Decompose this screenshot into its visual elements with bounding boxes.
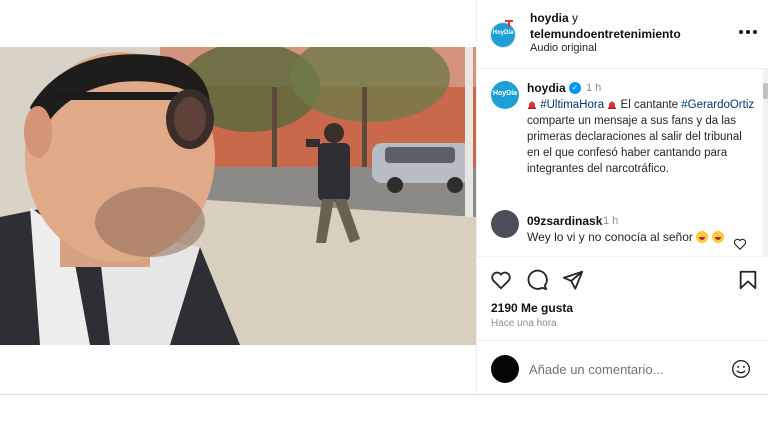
authors-connector: y — [572, 11, 579, 25]
emoji-icon[interactable] — [731, 359, 751, 379]
instagram-post-page: HoyDía hoydia y telemundoentretenimiento… — [0, 0, 768, 425]
comment-icon[interactable] — [526, 269, 548, 291]
telemundo-logo-icon — [505, 20, 513, 27]
comment-input[interactable] — [529, 358, 719, 380]
caption-timestamp: 1 h — [586, 82, 602, 94]
comments-section[interactable]: HoyDía hoydia ✓ 1 h #UltimaHora El canta… — [477, 69, 768, 256]
author-link-telemundo[interactable]: telemundoentretenimiento — [530, 27, 681, 41]
comment-text: Wey lo vi y no conocía al señor — [527, 229, 727, 245]
post-authors: hoydia y telemundoentretenimiento — [530, 10, 720, 42]
scrollbar-thumb[interactable] — [763, 83, 768, 99]
verified-badge-icon: ✓ — [569, 82, 581, 94]
caption-text: #UltimaHora El cantante #GerardoOrtiz co… — [527, 97, 755, 177]
post-actions: 2190 Me gusta Hace una hora — [477, 256, 768, 341]
author-link-hoydia[interactable]: hoydia — [530, 11, 569, 25]
like-count[interactable]: 2190 Me gusta — [491, 301, 573, 315]
comment-avatar[interactable] — [491, 210, 519, 238]
hashtag-ultimahora[interactable]: #UltimaHora — [540, 99, 604, 111]
post-time: Hace una hora — [491, 318, 557, 329]
more-options-button[interactable] — [739, 26, 759, 38]
hashtag-gerardoortiz[interactable]: #GerardoOrtiz — [681, 99, 754, 111]
laughing-emoji-icon — [696, 231, 709, 243]
heart-icon[interactable] — [490, 269, 512, 291]
bookmark-icon[interactable] — [737, 269, 759, 291]
audio-label[interactable]: Audio original — [530, 42, 597, 54]
laughing-emoji-icon — [711, 231, 724, 243]
comment-body: Wey lo vi y no conocía al señor — [527, 230, 693, 244]
siren-icon — [528, 101, 536, 109]
current-user-avatar — [491, 355, 519, 383]
comment-timestamp: 1 h — [603, 215, 619, 227]
caption-text-part2: comparte un mensaje a sus fans y da las … — [527, 115, 742, 175]
more-options-icon — [739, 30, 743, 34]
post-video[interactable] — [0, 47, 476, 345]
comment-like-heart-icon[interactable] — [733, 237, 747, 251]
caption-text-part1: El cantante — [620, 99, 679, 111]
caption-username[interactable]: hoydia — [527, 81, 566, 95]
post-side-panel: HoyDía hoydia y telemundoentretenimiento… — [477, 0, 768, 394]
send-icon[interactable] — [562, 269, 584, 291]
video-frame-illustration — [0, 47, 476, 345]
comments-scrollbar[interactable] — [763, 69, 768, 256]
add-comment-bar — [477, 340, 768, 395]
avatar-logo-text: HoyDía — [492, 90, 518, 97]
caption-avatar[interactable]: HoyDía — [491, 81, 519, 109]
siren-icon — [608, 101, 617, 109]
avatar-logo-text: HoyDía — [492, 30, 514, 36]
comment-username[interactable]: 09zsardinask — [527, 214, 602, 228]
post-container: HoyDía hoydia y telemundoentretenimiento… — [0, 0, 768, 395]
post-header: HoyDía hoydia y telemundoentretenimiento… — [477, 0, 768, 69]
